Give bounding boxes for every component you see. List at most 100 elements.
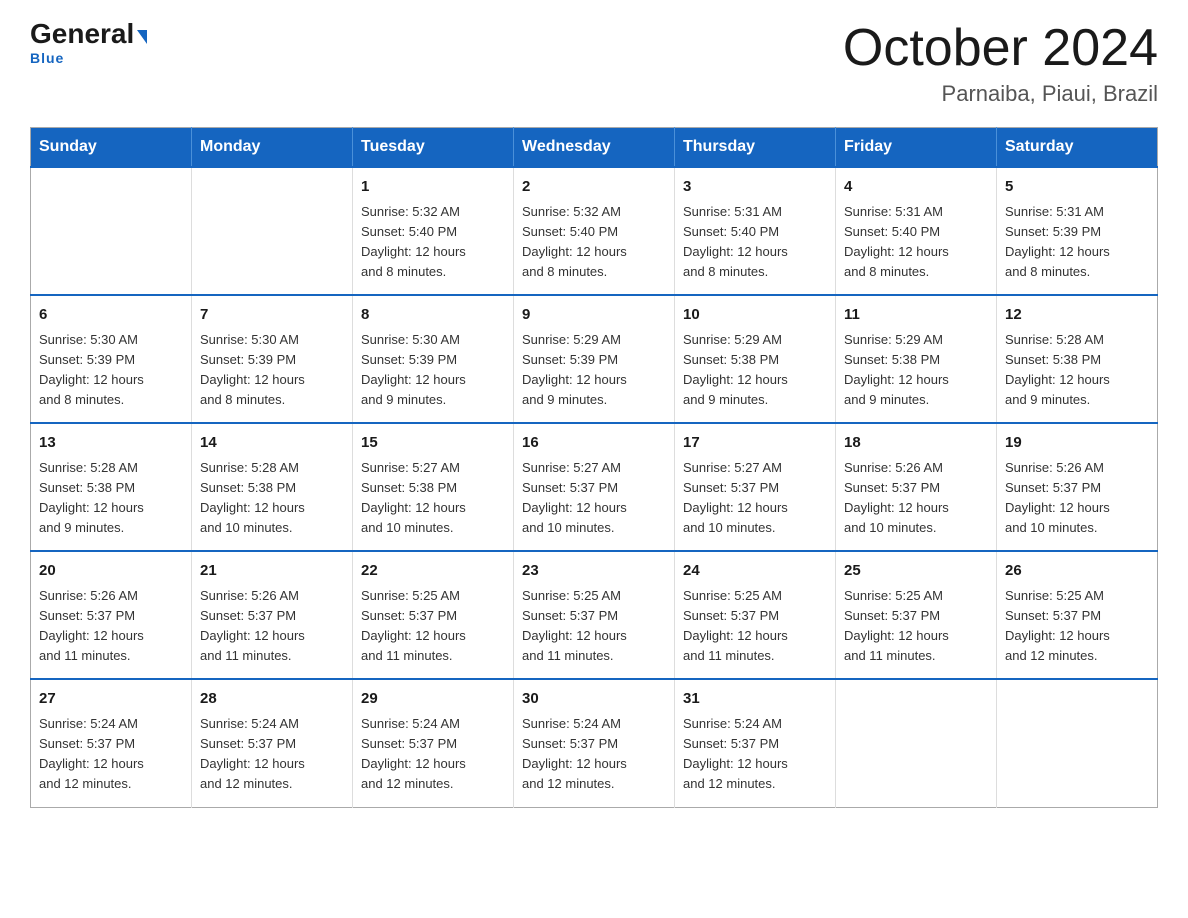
calendar-cell: 25 Sunrise: 5:25 AMSunset: 5:37 PMDayligh… (836, 551, 997, 679)
day-info: Sunrise: 5:28 AMSunset: 5:38 PMDaylight:… (1005, 330, 1149, 411)
day-number: 2 (522, 176, 666, 199)
day-number: 27 (39, 688, 183, 711)
calendar-table: SundayMondayTuesdayWednesdayThursdayFrid… (30, 127, 1158, 807)
location-title: Parnaiba, Piaui, Brazil (843, 81, 1158, 107)
day-number: 7 (200, 304, 344, 327)
calendar-cell: 11Sunrise: 5:29 AMSunset: 5:38 PMDayligh… (836, 295, 997, 423)
calendar-header-row: SundayMondayTuesdayWednesdayThursdayFrid… (31, 128, 1158, 168)
logo-arrow-icon (137, 30, 147, 44)
day-number: 18 (844, 432, 988, 455)
day-number: 8 (361, 304, 505, 327)
day-info: Sunrise: 5:26 AMSunset: 5:37 PMDaylight:… (844, 458, 988, 539)
logo-blue-text: Blue (30, 50, 64, 66)
title-area: October 2024 Parnaiba, Piaui, Brazil (843, 20, 1158, 107)
day-info: Sunrise: 5:24 AMSunset: 5:37 PMDaylight:… (200, 714, 344, 795)
calendar-cell: 14Sunrise: 5:28 AMSunset: 5:38 PMDayligh… (192, 423, 353, 551)
day-info: Sunrise: 5:27 AMSunset: 5:38 PMDaylight:… (361, 458, 505, 539)
day-info: Sunrise: 5:26 AMSunset: 5:37 PMDaylight:… (39, 586, 183, 667)
calendar-cell: 7 Sunrise: 5:30 AMSunset: 5:39 PMDaylight… (192, 295, 353, 423)
calendar-cell: 6Sunrise: 5:30 AMSunset: 5:39 PMDaylight… (31, 295, 192, 423)
day-number: 30 (522, 688, 666, 711)
day-number: 28 (200, 688, 344, 711)
day-info: Sunrise: 5:26 AMSunset: 5:37 PMDaylight:… (200, 586, 344, 667)
day-number: 23 (522, 560, 666, 583)
day-number: 25 (844, 560, 988, 583)
calendar-cell: 29Sunrise: 5:24 AMSunset: 5:37 PMDayligh… (353, 679, 514, 807)
calendar-cell: 17 Sunrise: 5:27 AMSunset: 5:37 PMDayligh… (675, 423, 836, 551)
day-info: Sunrise: 5:30 AMSunset: 5:39 PMDaylight:… (39, 330, 183, 411)
day-info: Sunrise: 5:24 AMSunset: 5:37 PMDaylight:… (361, 714, 505, 795)
day-info: Sunrise: 5:24 AMSunset: 5:37 PMDaylight:… (683, 714, 827, 795)
day-number: 19 (1005, 432, 1149, 455)
calendar-cell: 4 Sunrise: 5:31 AMSunset: 5:40 PMDaylight… (836, 167, 997, 295)
page-header: General Blue October 2024 Parnaiba, Piau… (30, 20, 1158, 107)
day-number: 3 (683, 176, 827, 199)
day-info: Sunrise: 5:29 AMSunset: 5:39 PMDaylight:… (522, 330, 666, 411)
day-number: 9 (522, 304, 666, 327)
day-info: Sunrise: 5:27 AMSunset: 5:37 PMDaylight:… (522, 458, 666, 539)
day-number: 24 (683, 560, 827, 583)
day-info: Sunrise: 5:25 AMSunset: 5:37 PMDaylight:… (683, 586, 827, 667)
calendar-cell: 13Sunrise: 5:28 AMSunset: 5:38 PMDayligh… (31, 423, 192, 551)
calendar-cell: 15Sunrise: 5:27 AMSunset: 5:38 PMDayligh… (353, 423, 514, 551)
day-info: Sunrise: 5:25 AMSunset: 5:37 PMDaylight:… (844, 586, 988, 667)
day-info: Sunrise: 5:29 AMSunset: 5:38 PMDaylight:… (844, 330, 988, 411)
calendar-cell: 24 Sunrise: 5:25 AMSunset: 5:37 PMDayligh… (675, 551, 836, 679)
day-info: Sunrise: 5:32 AMSunset: 5:40 PMDaylight:… (361, 202, 505, 283)
day-number: 10 (683, 304, 827, 327)
calendar-cell: 26 Sunrise: 5:25 AMSunset: 5:37 PMDayligh… (997, 551, 1158, 679)
weekday-header-thursday: Thursday (675, 128, 836, 168)
logo: General Blue (30, 20, 147, 66)
day-info: Sunrise: 5:25 AMSunset: 5:37 PMDaylight:… (522, 586, 666, 667)
day-number: 5 (1005, 176, 1149, 199)
calendar-cell: 16 Sunrise: 5:27 AMSunset: 5:37 PMDayligh… (514, 423, 675, 551)
day-info: Sunrise: 5:26 AMSunset: 5:37 PMDaylight:… (1005, 458, 1149, 539)
day-info: Sunrise: 5:25 AMSunset: 5:37 PMDaylight:… (1005, 586, 1149, 667)
day-info: Sunrise: 5:29 AMSunset: 5:38 PMDaylight:… (683, 330, 827, 411)
day-info: Sunrise: 5:25 AMSunset: 5:37 PMDaylight:… (361, 586, 505, 667)
weekday-header-wednesday: Wednesday (514, 128, 675, 168)
logo-general: General (30, 18, 134, 49)
calendar-cell (997, 679, 1158, 807)
day-info: Sunrise: 5:32 AMSunset: 5:40 PMDaylight:… (522, 202, 666, 283)
day-number: 13 (39, 432, 183, 455)
calendar-cell: 18 Sunrise: 5:26 AMSunset: 5:37 PMDayligh… (836, 423, 997, 551)
day-info: Sunrise: 5:31 AMSunset: 5:39 PMDaylight:… (1005, 202, 1149, 283)
calendar-cell: 10 Sunrise: 5:29 AMSunset: 5:38 PMDayligh… (675, 295, 836, 423)
calendar-cell: 20Sunrise: 5:26 AMSunset: 5:37 PMDayligh… (31, 551, 192, 679)
calendar-cell: 8 Sunrise: 5:30 AMSunset: 5:39 PMDaylight… (353, 295, 514, 423)
day-number: 4 (844, 176, 988, 199)
calendar-cell: 9 Sunrise: 5:29 AMSunset: 5:39 PMDaylight… (514, 295, 675, 423)
calendar-week-row: 27 Sunrise: 5:24 AMSunset: 5:37 PMDayligh… (31, 679, 1158, 807)
calendar-cell: 5 Sunrise: 5:31 AMSunset: 5:39 PMDaylight… (997, 167, 1158, 295)
calendar-cell (192, 167, 353, 295)
day-number: 16 (522, 432, 666, 455)
day-info: Sunrise: 5:28 AMSunset: 5:38 PMDaylight:… (200, 458, 344, 539)
day-number: 26 (1005, 560, 1149, 583)
calendar-week-row: 1 Sunrise: 5:32 AMSunset: 5:40 PMDaylight… (31, 167, 1158, 295)
calendar-cell: 1 Sunrise: 5:32 AMSunset: 5:40 PMDaylight… (353, 167, 514, 295)
day-info: Sunrise: 5:30 AMSunset: 5:39 PMDaylight:… (361, 330, 505, 411)
calendar-cell: 2 Sunrise: 5:32 AMSunset: 5:40 PMDaylight… (514, 167, 675, 295)
day-number: 31 (683, 688, 827, 711)
day-info: Sunrise: 5:30 AMSunset: 5:39 PMDaylight:… (200, 330, 344, 411)
calendar-cell (31, 167, 192, 295)
day-info: Sunrise: 5:31 AMSunset: 5:40 PMDaylight:… (844, 202, 988, 283)
calendar-cell: 27 Sunrise: 5:24 AMSunset: 5:37 PMDayligh… (31, 679, 192, 807)
calendar-cell: 23 Sunrise: 5:25 AMSunset: 5:37 PMDayligh… (514, 551, 675, 679)
day-info: Sunrise: 5:31 AMSunset: 5:40 PMDaylight:… (683, 202, 827, 283)
calendar-cell: 22Sunrise: 5:25 AMSunset: 5:37 PMDayligh… (353, 551, 514, 679)
day-info: Sunrise: 5:24 AMSunset: 5:37 PMDaylight:… (39, 714, 183, 795)
calendar-cell: 12Sunrise: 5:28 AMSunset: 5:38 PMDayligh… (997, 295, 1158, 423)
calendar-week-row: 6Sunrise: 5:30 AMSunset: 5:39 PMDaylight… (31, 295, 1158, 423)
weekday-header-sunday: Sunday (31, 128, 192, 168)
calendar-cell: 31 Sunrise: 5:24 AMSunset: 5:37 PMDayligh… (675, 679, 836, 807)
day-number: 17 (683, 432, 827, 455)
calendar-cell: 19 Sunrise: 5:26 AMSunset: 5:37 PMDayligh… (997, 423, 1158, 551)
day-info: Sunrise: 5:27 AMSunset: 5:37 PMDaylight:… (683, 458, 827, 539)
weekday-header-friday: Friday (836, 128, 997, 168)
calendar-week-row: 13 Sunrise: 5:28 AMSunset: 5:38 PMDayligh… (31, 423, 1158, 551)
calendar-cell (836, 679, 997, 807)
calendar-cell: 21Sunrise: 5:26 AMSunset: 5:37 PMDayligh… (192, 551, 353, 679)
day-number: 1 (361, 176, 505, 199)
